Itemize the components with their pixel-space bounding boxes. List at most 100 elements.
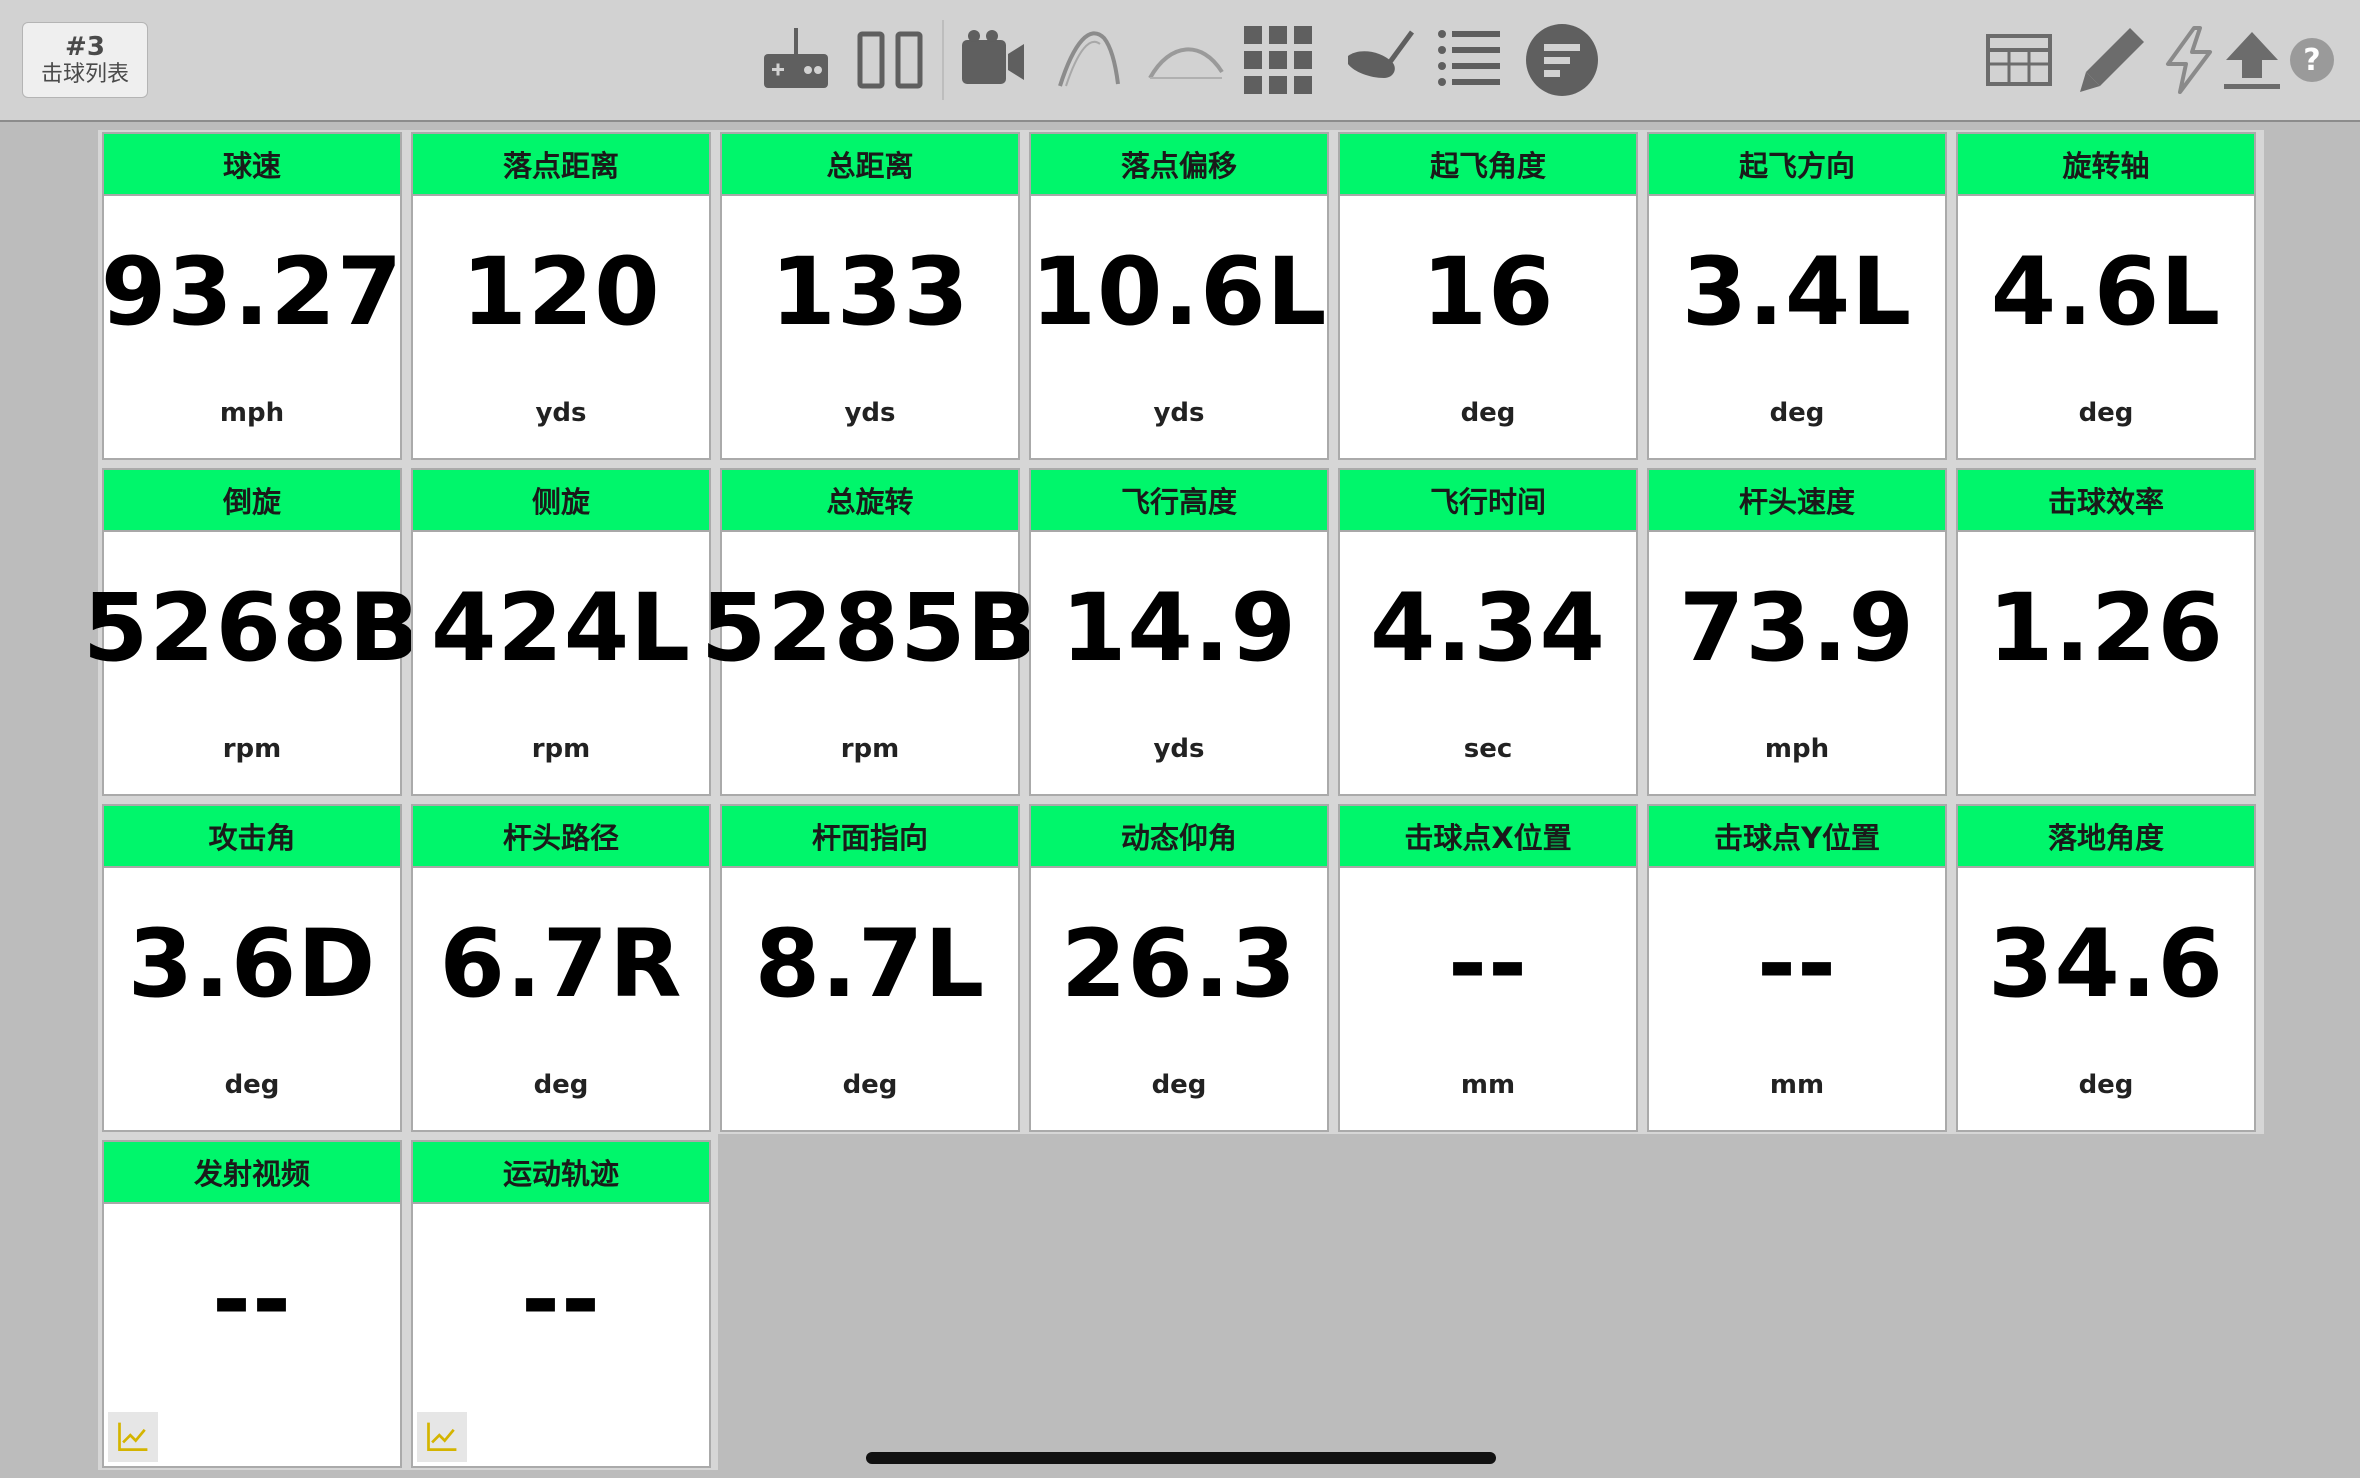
- metric-label: 起飞角度: [1340, 134, 1636, 196]
- metric-card[interactable]: 总距离 133 yds: [720, 132, 1020, 460]
- toolbar-divider: [942, 20, 944, 100]
- metric-label: 总旋转: [722, 470, 1018, 532]
- help-icon[interactable]: ?: [2282, 20, 2342, 100]
- metric-card[interactable]: 动态仰角 26.3 deg: [1029, 804, 1329, 1132]
- metric-value: 26.3: [1061, 909, 1297, 1019]
- trajectory-side-icon[interactable]: [1050, 20, 1130, 100]
- metric-card[interactable]: 落地角度 34.6 deg: [1956, 804, 2256, 1132]
- grid-view-icon[interactable]: [1238, 20, 1318, 100]
- metric-unit: rpm: [840, 734, 900, 764]
- summary-icon[interactable]: [1522, 20, 1602, 100]
- metric-value: 3.4L: [1681, 237, 1913, 347]
- metric-label: 总距离: [722, 134, 1018, 196]
- table-icon[interactable]: [1980, 20, 2060, 100]
- metric-value: 5285B: [700, 573, 1040, 683]
- metric-label: 飞行高度: [1031, 470, 1327, 532]
- metric-value: 424L: [430, 573, 692, 683]
- metric-card[interactable]: 飞行高度 14.9 yds: [1029, 468, 1329, 796]
- metric-card[interactable]: 落点距离 120 yds: [411, 132, 711, 460]
- metric-label: 飞行时间: [1340, 470, 1636, 532]
- metric-unit: rpm: [222, 734, 282, 764]
- metric-unit: deg: [1460, 398, 1516, 428]
- chart-icon[interactable]: [417, 1412, 467, 1462]
- metric-value: 4.34: [1370, 573, 1606, 683]
- metric-value: 93.27: [100, 237, 404, 347]
- metric-card[interactable]: 发射视频 --: [102, 1140, 402, 1468]
- top-toolbar: #3 击球列表 ?: [0, 0, 2360, 122]
- metric-card[interactable]: 运动轨迹 --: [411, 1140, 711, 1468]
- metric-value: 133: [770, 237, 970, 347]
- metric-card[interactable]: 攻击角 3.6D deg: [102, 804, 402, 1132]
- metric-label: 落点距离: [413, 134, 709, 196]
- metric-unit: deg: [224, 1070, 280, 1100]
- metric-value: 6.7R: [439, 909, 683, 1019]
- video-camera-icon[interactable]: [952, 20, 1032, 100]
- metric-value: 120: [461, 237, 661, 347]
- metric-label: 攻击角: [104, 806, 400, 868]
- metric-unit: yds: [1153, 734, 1205, 764]
- metric-label: 击球点Y位置: [1649, 806, 1945, 868]
- metric-value: 34.6: [1988, 909, 2224, 1019]
- metric-unit: mph: [219, 398, 285, 428]
- club-head-icon[interactable]: [1340, 20, 1420, 100]
- metric-label: 侧旋: [413, 470, 709, 532]
- metric-label: 球速: [104, 134, 400, 196]
- shot-list-button[interactable]: #3 击球列表: [22, 22, 148, 98]
- metric-label: 击球效率: [1958, 470, 2254, 532]
- metric-label: 杆面指向: [722, 806, 1018, 868]
- metric-value: 8.7L: [754, 909, 986, 1019]
- metric-card[interactable]: 杆头速度 73.9 mph: [1647, 468, 1947, 796]
- metric-card[interactable]: 侧旋 424L rpm: [411, 468, 711, 796]
- trajectory-arc-icon[interactable]: [1146, 20, 1226, 100]
- metric-value: 14.9: [1061, 573, 1297, 683]
- metric-card[interactable]: 起飞角度 16 deg: [1338, 132, 1638, 460]
- split-view-icon[interactable]: [850, 20, 930, 100]
- metric-value: 16: [1421, 237, 1555, 347]
- metric-label: 运动轨迹: [413, 1142, 709, 1204]
- upload-icon[interactable]: [2212, 20, 2292, 100]
- metric-unit: deg: [1151, 1070, 1207, 1100]
- metric-unit: deg: [842, 1070, 898, 1100]
- metric-card[interactable]: 起飞方向 3.4L deg: [1647, 132, 1947, 460]
- metric-value: 5268B: [82, 573, 422, 683]
- metric-label: 杆头路径: [413, 806, 709, 868]
- metric-unit: deg: [2078, 1070, 2134, 1100]
- shot-number: #3: [65, 32, 105, 62]
- metric-card[interactable]: 球速 93.27 mph: [100, 132, 404, 460]
- metric-card[interactable]: 击球效率 1.26: [1956, 468, 2256, 796]
- metric-label: 动态仰角: [1031, 806, 1327, 868]
- metric-card[interactable]: 杆面指向 8.7L deg: [720, 804, 1020, 1132]
- metric-unit: deg: [1769, 398, 1825, 428]
- metric-value: --: [520, 1245, 602, 1355]
- remote-controller-icon[interactable]: [756, 20, 836, 100]
- metric-value: 4.6L: [1990, 237, 2222, 347]
- metric-unit: yds: [1153, 398, 1205, 428]
- metric-card[interactable]: 总旋转 5285B rpm: [700, 468, 1040, 796]
- metric-card[interactable]: 飞行时间 4.34 sec: [1338, 468, 1638, 796]
- metric-value: --: [1756, 909, 1838, 1019]
- metric-label: 落点偏移: [1031, 134, 1327, 196]
- metric-unit: mm: [1769, 1070, 1825, 1100]
- metric-unit: deg: [533, 1070, 589, 1100]
- metric-card[interactable]: 击球点Y位置 -- mm: [1647, 804, 1947, 1132]
- metric-card[interactable]: 旋转轴 4.6L deg: [1956, 132, 2256, 460]
- home-indicator[interactable]: [866, 1452, 1496, 1464]
- metric-card[interactable]: 落点偏移 10.6L yds: [1029, 132, 1329, 460]
- metric-card[interactable]: 倒旋 5268B rpm: [82, 468, 422, 796]
- chart-icon[interactable]: [108, 1412, 158, 1462]
- pencil-icon[interactable]: [2072, 20, 2152, 100]
- metric-label: 杆头速度: [1649, 470, 1945, 532]
- metric-value: 1.26: [1988, 573, 2224, 683]
- metric-card[interactable]: 杆头路径 6.7R deg: [411, 804, 711, 1132]
- metric-unit: mph: [1764, 734, 1830, 764]
- metric-unit: yds: [535, 398, 587, 428]
- metric-label: 倒旋: [104, 470, 400, 532]
- metric-value: 3.6D: [127, 909, 377, 1019]
- help-symbol: ?: [2303, 43, 2320, 78]
- metric-card[interactable]: 击球点X位置 -- mm: [1338, 804, 1638, 1132]
- metric-label: 旋转轴: [1958, 134, 2254, 196]
- metric-value: --: [1447, 909, 1529, 1019]
- metric-unit: rpm: [531, 734, 591, 764]
- metric-unit: [1958, 732, 2254, 766]
- list-view-icon[interactable]: [1428, 20, 1508, 100]
